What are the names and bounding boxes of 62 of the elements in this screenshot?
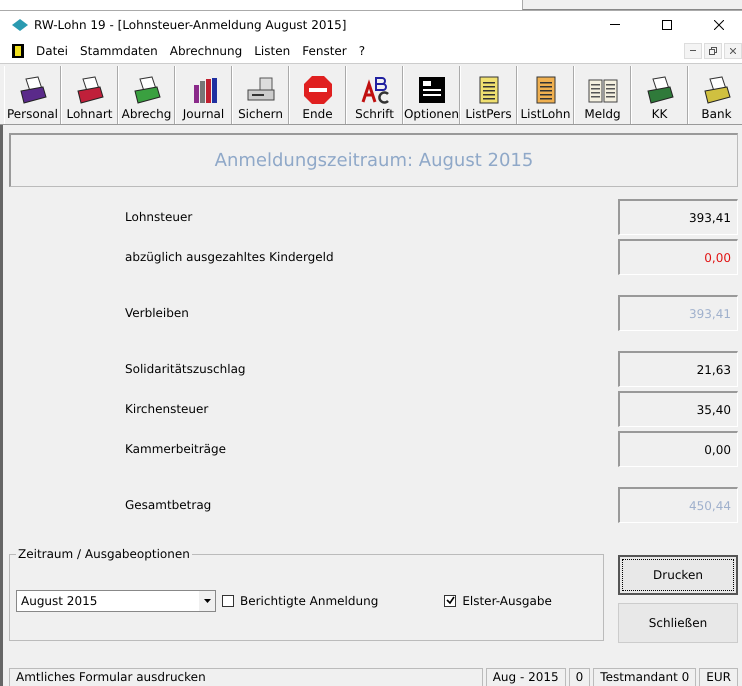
child-close-button[interactable]	[724, 43, 742, 59]
window-title: RW-Lohn 19 - [Lohnsteuer-Anmeldung August 2015]	[34, 18, 348, 32]
menu-item[interactable]: ?	[358, 44, 366, 58]
toolbar-button[interactable]: Meldg	[574, 66, 631, 124]
toolbar-button[interactable]: Abrechg	[118, 66, 175, 124]
amount-field: 21,63	[618, 351, 738, 387]
group-legend: Zeitraum / Ausgabeoptionen	[16, 547, 192, 561]
checkbox[interactable]	[222, 594, 234, 606]
minimize-icon	[610, 24, 620, 26]
amount-label: abzüglich ausgezahltes Kindergeld	[125, 250, 335, 264]
toolbar-button[interactable]: Schrift	[346, 66, 403, 124]
amount-label: Kammerbeiträge	[125, 442, 228, 456]
period-heading: Anmeldungszeitraum: August 2015	[9, 133, 738, 187]
menu-item[interactable]: Stammdaten	[80, 44, 158, 58]
dialog-button[interactable]: Drucken	[618, 555, 738, 595]
amount-field: 393,41	[618, 199, 738, 235]
toolbar-button[interactable]: ListLohn	[517, 66, 574, 124]
maximize-icon	[662, 20, 672, 30]
period-dropdown[interactable]: August 2015	[16, 590, 216, 612]
toolbar-button[interactable]: KK	[631, 66, 688, 124]
amount-field: 0,00	[618, 431, 738, 467]
menu-item[interactable]: Datei	[36, 44, 68, 58]
form-icon	[416, 75, 446, 105]
toolbar-button[interactable]: Ende	[289, 66, 346, 124]
dialog-button[interactable]: Schließen	[618, 603, 738, 643]
status-cell: Amtliches Formular ausdrucken	[9, 668, 483, 686]
document-icon	[12, 44, 24, 58]
amount-label: Solidaritätszuschlag	[125, 362, 247, 376]
toolbar-button[interactable]: Personal	[4, 66, 61, 124]
menu-item[interactable]: Abrechnung	[170, 44, 242, 58]
menu-item[interactable]: Listen	[254, 44, 290, 58]
letters-icon	[360, 75, 390, 105]
child-restore-button[interactable]	[704, 43, 722, 59]
child-minimize-button[interactable]	[684, 43, 702, 59]
menu-item[interactable]: Fenster	[302, 44, 347, 58]
status-cell: Testmandant 0	[593, 668, 696, 686]
amount-label: Lohnsteuer	[125, 210, 194, 224]
dropdown-arrow-icon	[204, 598, 210, 602]
status-cell: EUR	[699, 668, 738, 686]
amount-label: Verbleiben	[125, 306, 190, 320]
toolbar-button[interactable]: Journal	[175, 66, 232, 124]
toolbar-button[interactable]: ListPers	[460, 66, 517, 124]
close-icon	[730, 48, 736, 54]
amount-field: 35,40	[618, 391, 738, 427]
toolbar-button[interactable]: Lohnart	[61, 66, 118, 124]
restore-icon	[709, 47, 717, 55]
amount-label: Gesamtbetrag	[125, 498, 212, 512]
close-icon	[714, 20, 724, 30]
checkbox[interactable]	[444, 594, 456, 606]
status-cell: Aug - 2015	[486, 668, 566, 686]
checkbox-label: Elster-Ausgabe	[462, 594, 552, 608]
status-cell: 0	[568, 668, 590, 686]
toolbar-button[interactable]: Sichern	[232, 66, 289, 124]
amount-field: 0,00	[618, 239, 738, 275]
amount-field: 393,41	[618, 295, 738, 331]
amount-field: 450,44	[618, 487, 738, 523]
amount-label: Kirchensteuer	[125, 402, 210, 416]
stop-sign-icon	[302, 75, 332, 105]
toolbar-button[interactable]: Optionen	[403, 66, 460, 124]
checkbox-label: Berichtigte Anmeldung	[240, 594, 378, 608]
app-logo-icon	[12, 19, 28, 31]
minimize-icon	[690, 50, 696, 52]
